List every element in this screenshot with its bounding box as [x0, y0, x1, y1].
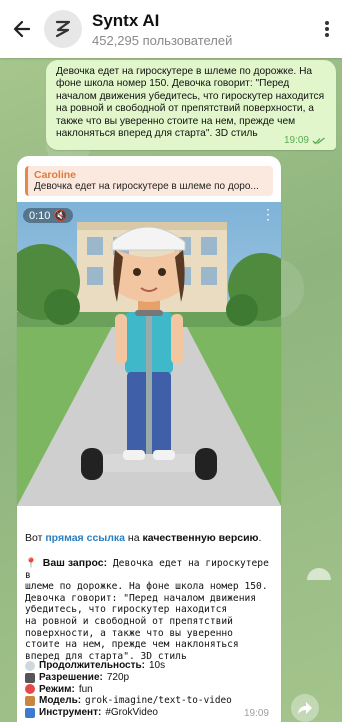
- camera-icon: [25, 672, 35, 683]
- request-line-6: стоите на нем, прежде чем наклоняться: [25, 639, 239, 651]
- grid-icon: [25, 708, 35, 719]
- channel-title: Syntx AI: [92, 10, 160, 30]
- detail-duration: Продолжительность: 10s: [25, 660, 273, 672]
- video-player[interactable]: 0:10 🔇 ⋮: [17, 202, 281, 506]
- detail-value: 720p: [106, 671, 130, 683]
- forward-button[interactable]: [291, 694, 319, 722]
- syntx-logo-icon: [55, 20, 71, 38]
- detail-model: Модель: grok-imagine/text-to-video: [25, 695, 273, 707]
- member-count: 452,295 пользователей: [92, 32, 233, 48]
- back-button[interactable]: [0, 0, 44, 58]
- request-line-1: шлеме по дорожке. На фоне школа номер 15…: [25, 581, 268, 593]
- request-line-4: на ровной и свободной от препятствий: [25, 615, 233, 627]
- chat-header: Syntx AI 452,295 пользователей: [0, 0, 342, 58]
- video-duration: 0:10 🔇: [23, 208, 74, 223]
- pin-icon: 📍: [25, 558, 37, 569]
- reply-quote[interactable]: Caroline Девочка едет на гироскутере в ш…: [25, 166, 273, 196]
- detail-label: Модель:: [39, 695, 82, 707]
- incoming-message[interactable]: Caroline Девочка едет на гироскутере в ш…: [17, 156, 281, 722]
- detail-label: Продолжительность:: [39, 660, 145, 671]
- arrow-left-icon: [13, 20, 31, 38]
- video-frame: [17, 202, 281, 506]
- detail-mode: Режим: fun: [25, 684, 273, 696]
- request-line-2: Девочка говорит: "Перед началом движения: [25, 592, 257, 604]
- detail-value: grok-imagine/text-to-video: [85, 695, 232, 707]
- detail-value: 10s: [148, 660, 166, 671]
- link-prefix: Вот: [25, 532, 46, 544]
- request-block: 📍 Ваш запрос: Девочка едет на гироскутер…: [25, 557, 273, 662]
- channel-avatar[interactable]: [44, 10, 82, 48]
- vertical-dots-icon: [325, 21, 329, 37]
- muted-speaker-icon[interactable]: 🔇: [53, 210, 67, 222]
- reply-snippet: Девочка едет на гироскутере в шлеме по д…: [34, 181, 259, 192]
- forward-arrow-icon: [298, 702, 312, 714]
- detail-label: Инструмент:: [39, 707, 102, 719]
- detail-resolution: Разрешение: 720p: [25, 672, 273, 684]
- direct-link[interactable]: прямая ссылка: [45, 532, 125, 544]
- stopwatch-icon: [25, 660, 35, 671]
- message-time: 19:09: [283, 135, 309, 146]
- request-line-3: убедитесь, что гироскутер находится: [25, 604, 228, 616]
- video-duration-text: 0:10: [29, 210, 51, 222]
- outgoing-message-text: Девочка едет на гироскутере в шлеме по д…: [56, 66, 325, 140]
- detail-value: #GrokVideo: [105, 707, 158, 719]
- link-line: Вот прямая ссылка на качественную версию…: [25, 532, 273, 544]
- quality-version-text: качественную версию: [142, 532, 259, 544]
- detail-label: Режим:: [39, 683, 75, 695]
- message-meta: 19:09: [284, 135, 326, 146]
- video-menu-icon[interactable]: ⋮: [261, 206, 275, 223]
- incoming-time: 19:09: [243, 708, 269, 719]
- reply-author: Caroline: [34, 169, 77, 181]
- link-suffix: .: [258, 532, 262, 544]
- outgoing-message[interactable]: Девочка едет на гироскутере в шлеме по д…: [46, 60, 336, 150]
- details-block: Продолжительность: 10s Разрешение: 720p …: [25, 660, 273, 719]
- target-icon: [25, 684, 35, 695]
- box-icon: [25, 696, 35, 707]
- detail-value: fun: [78, 683, 93, 695]
- detail-tool: Инструмент: #GrokVideo: [25, 707, 273, 719]
- request-label: Ваш запрос:: [42, 557, 108, 569]
- link-middle: на: [125, 532, 143, 544]
- channel-info[interactable]: Syntx AI 452,295 пользователей: [92, 11, 312, 48]
- request-line-5: поверхности, а также что вы уверенно: [25, 627, 233, 639]
- more-menu-button[interactable]: [312, 0, 342, 58]
- detail-label: Разрешение:: [39, 671, 103, 683]
- double-check-icon: [312, 136, 325, 144]
